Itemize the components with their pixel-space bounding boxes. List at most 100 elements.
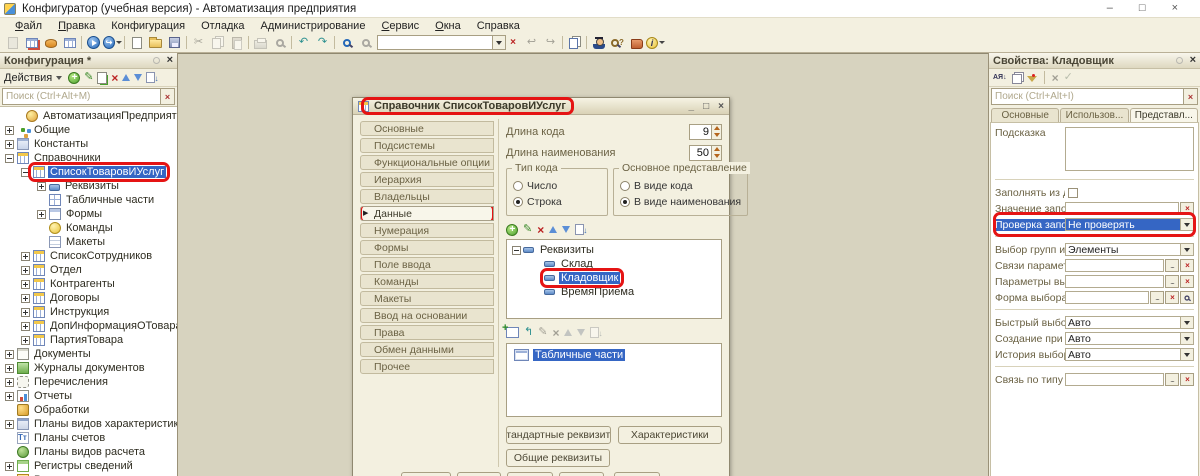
- open-form-icon[interactable]: [1180, 291, 1194, 304]
- tree-item-dopinfo[interactable]: ДопИнформацияОТоварах: [0, 319, 177, 333]
- collapse-icon[interactable]: [5, 153, 14, 163]
- close-button[interactable]: ×: [1172, 3, 1178, 14]
- expand-icon[interactable]: [37, 209, 46, 219]
- menu-debug[interactable]: Отладка: [194, 19, 251, 33]
- menu-edit[interactable]: Правка: [51, 19, 102, 33]
- redo-icon[interactable]: ↷: [313, 34, 332, 51]
- tree-item-inforegisters[interactable]: Регистры сведений: [0, 459, 177, 473]
- clear-icon[interactable]: ×: [1165, 291, 1179, 304]
- config-table-icon[interactable]: [60, 34, 79, 51]
- quick-choice-select[interactable]: Авто: [1065, 316, 1194, 329]
- tree-item-employees[interactable]: СписокСотрудников: [0, 249, 177, 263]
- dialog-bottom-button[interactable]: [507, 472, 553, 476]
- clear-search-icon[interactable]: ×: [161, 88, 175, 105]
- choice-params-input[interactable]: [1065, 275, 1164, 288]
- tab-presentation[interactable]: Представл...: [1129, 108, 1198, 122]
- tab-main[interactable]: Основные: [991, 108, 1060, 122]
- radio-as-code[interactable]: В виде кода: [620, 178, 741, 194]
- move-down-icon[interactable]: [134, 74, 143, 81]
- properties-search-input[interactable]: [991, 88, 1184, 105]
- combo-dropdown-icon[interactable]: [493, 35, 506, 50]
- find-icon[interactable]: [337, 34, 356, 51]
- actions-menu[interactable]: Действия: [4, 72, 52, 84]
- param-links-input[interactable]: [1065, 259, 1164, 272]
- cut-icon[interactable]: ✂: [189, 34, 208, 51]
- expand-icon[interactable]: [5, 349, 14, 359]
- search-input[interactable]: [2, 88, 161, 105]
- cancel-icon[interactable]: ×: [1052, 72, 1059, 84]
- expand-icon[interactable]: [5, 139, 14, 149]
- move-up-icon[interactable]: [122, 74, 131, 81]
- characteristics-button[interactable]: Характеристики: [617, 426, 722, 444]
- choose-icon[interactable]: ...: [1165, 275, 1179, 288]
- dialog-minimize-button[interactable]: _: [689, 101, 695, 112]
- close-panel-icon[interactable]: ×: [167, 55, 173, 66]
- expand-icon[interactable]: [5, 125, 14, 135]
- move-up-icon[interactable]: [549, 226, 558, 233]
- delete-attribute-icon[interactable]: ×: [537, 224, 544, 236]
- menu-service[interactable]: Сервис: [374, 19, 426, 33]
- windows-list-icon[interactable]: [565, 34, 584, 51]
- expand-icon[interactable]: [5, 363, 14, 373]
- tree-item-documents[interactable]: Документы: [0, 347, 177, 361]
- help-book-icon[interactable]: [627, 34, 646, 51]
- add-attribute-icon[interactable]: [506, 223, 518, 236]
- tab-numeraciya[interactable]: Нумерация: [360, 223, 494, 238]
- spin-down-icon[interactable]: [712, 132, 721, 139]
- move-down-icon[interactable]: [577, 329, 586, 336]
- tree-item-charts-calc[interactable]: Планы видов расчета: [0, 445, 177, 459]
- choose-icon[interactable]: ...: [1165, 259, 1179, 272]
- sort-alpha-icon[interactable]: АЯ↓: [993, 74, 1007, 81]
- attributes-root-row[interactable]: Реквизиты: [507, 243, 721, 257]
- move-down-icon[interactable]: [562, 226, 571, 233]
- fill-value-input[interactable]: [1065, 202, 1179, 215]
- create-on-input-select[interactable]: Авто: [1065, 332, 1194, 345]
- edit-icon[interactable]: ✎: [84, 72, 93, 83]
- combo-clear-icon[interactable]: ×: [506, 37, 520, 48]
- tab-usage[interactable]: Использов...: [1060, 108, 1129, 122]
- debug-mode-icon[interactable]: ↪: [103, 34, 122, 51]
- attribute-vremya-priema[interactable]: ВремяПриема: [507, 285, 721, 299]
- db-config-icon[interactable]: [41, 34, 60, 51]
- dropdown-icon[interactable]: [1180, 244, 1193, 255]
- dialog-bottom-button[interactable]: [401, 472, 451, 476]
- expand-icon[interactable]: [5, 419, 14, 429]
- new-file-icon[interactable]: [127, 34, 146, 51]
- delete-icon[interactable]: ×: [111, 72, 118, 84]
- dialog-bottom-button[interactable]: [614, 472, 660, 476]
- tree-item-layouts[interactable]: Макеты: [0, 235, 177, 249]
- open-item-icon[interactable]: [97, 71, 108, 84]
- dialog-maximize-button[interactable]: □: [703, 101, 709, 112]
- tree-item-kontragenty[interactable]: Контрагенты: [0, 277, 177, 291]
- menu-administration[interactable]: Администрирование: [254, 19, 373, 33]
- forward-icon[interactable]: ↪: [541, 34, 560, 51]
- categories-icon[interactable]: [1011, 73, 1022, 84]
- spin-up-icon[interactable]: [712, 146, 721, 153]
- help-search-icon[interactable]: ?: [608, 34, 627, 51]
- clear-icon[interactable]: ×: [1180, 373, 1194, 386]
- pin-icon[interactable]: [152, 57, 160, 64]
- expand-icon[interactable]: [21, 265, 30, 275]
- tree-item-instrukciya[interactable]: Инструкция: [0, 305, 177, 319]
- choose-icon[interactable]: ...: [1165, 373, 1179, 386]
- dropdown-icon[interactable]: [1180, 333, 1193, 344]
- attribute-sklad[interactable]: Склад: [507, 257, 721, 271]
- choice-history-select[interactable]: Авто: [1065, 348, 1194, 361]
- type-link-input[interactable]: [1065, 373, 1164, 386]
- tree-item-charts-accounts[interactable]: Планы счетов: [0, 431, 177, 445]
- radio-string[interactable]: Строка: [513, 194, 601, 210]
- tree-item-journals[interactable]: Журналы документов: [0, 361, 177, 375]
- info-icon[interactable]: i: [646, 34, 665, 51]
- tree-item-catalogs[interactable]: Справочники: [0, 151, 177, 165]
- clear-search-icon[interactable]: ×: [1184, 88, 1198, 105]
- expand-icon[interactable]: [21, 279, 30, 289]
- tab-pole-vvoda[interactable]: Поле ввода: [360, 257, 494, 272]
- tree-item-common[interactable]: Общие: [0, 123, 177, 137]
- expand-icon[interactable]: [21, 335, 30, 345]
- debug-start-icon[interactable]: [84, 34, 103, 51]
- paste-icon[interactable]: [227, 34, 246, 51]
- tree-item-constants[interactable]: Константы: [0, 137, 177, 151]
- fill-from-checkbox[interactable]: [1068, 187, 1078, 198]
- tree-item-forms[interactable]: Формы: [0, 207, 177, 221]
- attribute-kladovschik[interactable]: Кладовщик: [507, 268, 721, 288]
